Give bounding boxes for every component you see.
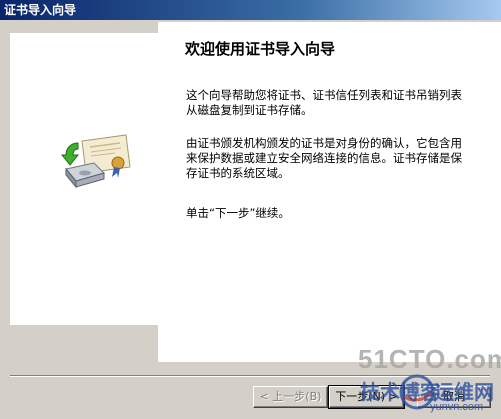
certificate-import-wizard-window: 证书导入向导 欢迎使用证书导入向导 这个向导帮助您将证书、证书信任列表和证书吊销… — [0, 0, 501, 419]
certificate-import-icon — [60, 134, 131, 189]
wizard-side-panel — [10, 33, 158, 325]
back-button[interactable]: < 上一步(B) — [253, 386, 328, 408]
title-bar[interactable]: 证书导入向导 — [0, 0, 501, 20]
wizard-description-text: 由证书颁发机构颁发的证书是对身份的确认，它包含用来保护数据或建立安全网络连接的信… — [186, 136, 462, 180]
wizard-instruction-text: 单击“下一步”继续。 — [186, 206, 290, 220]
watermark-url: yunvn.com — [430, 401, 484, 413]
wizard-heading: 欢迎使用证书导入向导 — [185, 40, 336, 58]
watermark-site: 51CTO.com — [358, 344, 501, 374]
window-title: 证书导入向导 — [4, 3, 77, 17]
watermark-text-left: 技术博客 — [360, 380, 440, 404]
wizard-content-panel: 欢迎使用证书导入向导 这个向导帮助您将证书、证书信任列表和证书吊销列表从磁盘复制… — [158, 22, 501, 362]
wizard-intro-text: 这个向导帮助您将证书、证书信任列表和证书吊销列表从磁盘复制到证书存储。 — [186, 88, 462, 117]
